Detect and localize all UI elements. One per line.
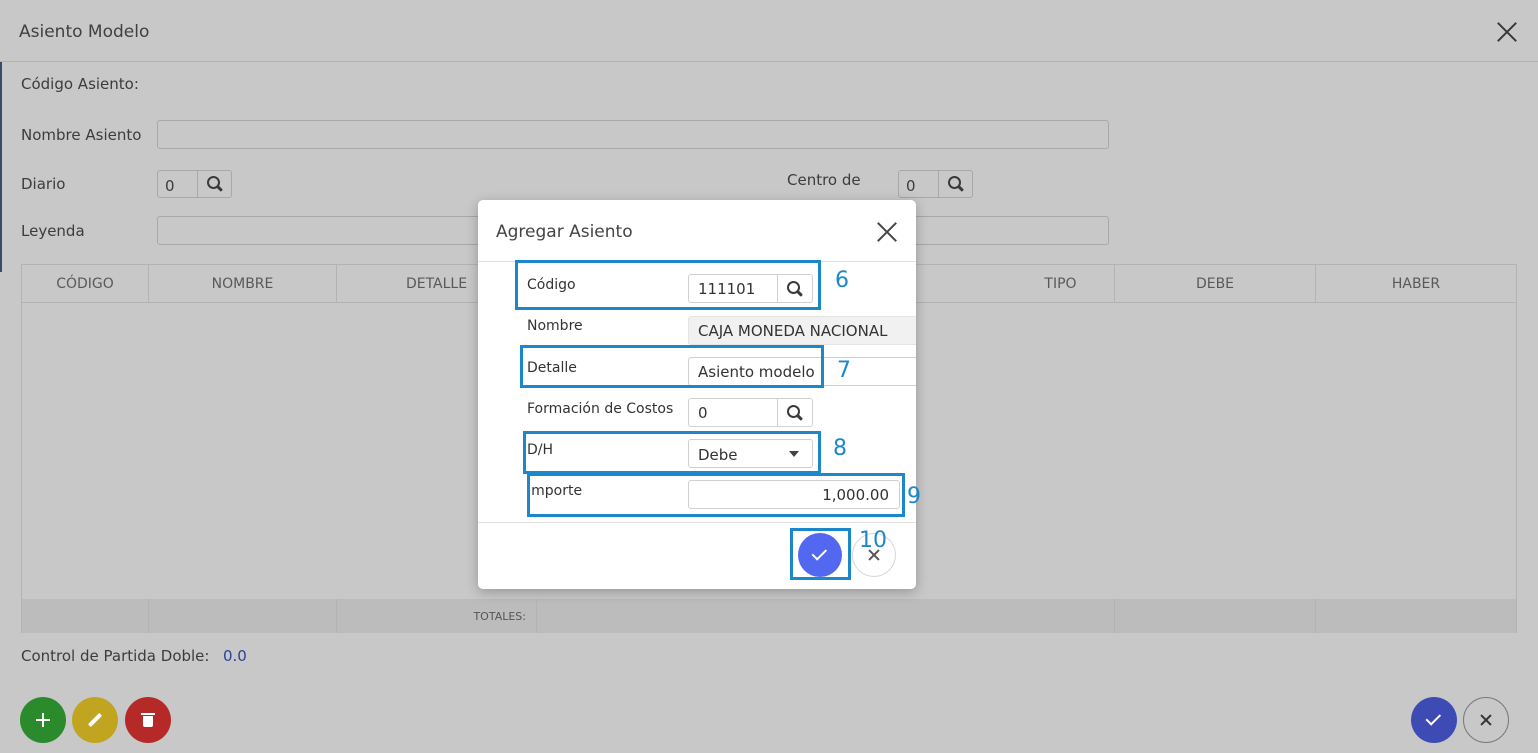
nombre-field: CAJA MONEDA NACIONAL (688, 316, 916, 345)
modal-header: Agregar Asiento (478, 200, 916, 262)
annotation-9: 9 (907, 484, 921, 509)
close-icon (1479, 713, 1493, 727)
highlight-confirm (790, 528, 851, 580)
footer-cell (1007, 599, 1115, 633)
highlight-dh (523, 431, 821, 474)
modal-footer-divider (478, 522, 916, 523)
centro-value: 0 (906, 177, 916, 195)
centro-label: Centro de (787, 171, 861, 189)
formacion-costos-label: Formación de Costos (527, 401, 674, 417)
diario-label: Diario (21, 175, 66, 193)
nombre-label: Nombre (527, 318, 583, 334)
edit-button[interactable] (72, 697, 118, 743)
search-icon (206, 176, 223, 192)
leyenda-label: Leyenda (21, 222, 85, 240)
centro-search-button[interactable] (938, 171, 972, 197)
highlight-codigo (515, 260, 821, 310)
codigo-asiento-label: Código Asiento: (21, 75, 139, 93)
annotation-6: 6 (835, 268, 849, 293)
search-icon (947, 176, 964, 192)
left-edge-accent (0, 62, 2, 272)
formacion-costos-lookup[interactable]: 0 (688, 398, 813, 427)
footer-cell (149, 599, 337, 633)
plus-icon (36, 713, 50, 727)
col-nombre[interactable]: NOMBRE (149, 265, 337, 303)
footer-cell (22, 599, 149, 633)
formacion-search-button[interactable] (777, 399, 812, 426)
diario-lookup[interactable]: 0 (157, 170, 232, 198)
page-title: Asiento Modelo (19, 22, 150, 42)
delete-button[interactable] (125, 697, 171, 743)
highlight-detalle (520, 345, 824, 388)
annotation-8: 8 (833, 436, 847, 461)
control-partida-label: Control de Partida Doble: (21, 647, 210, 665)
cancel-button[interactable] (1463, 697, 1509, 743)
control-partida-value: 0.0 (223, 647, 247, 665)
check-icon (1425, 710, 1442, 726)
pencil-icon (87, 712, 103, 728)
col-tipo[interactable]: TIPO (1007, 265, 1115, 303)
highlight-importe (527, 473, 905, 517)
annotation-7: 7 (837, 358, 851, 383)
modal-title: Agregar Asiento (496, 222, 633, 242)
close-icon[interactable] (1494, 19, 1520, 45)
nombre-asiento-input[interactable] (157, 120, 1109, 149)
diario-value: 0 (165, 177, 175, 195)
modal-close-icon[interactable] (874, 219, 900, 245)
search-icon (787, 404, 803, 421)
col-codigo[interactable]: CÓDIGO (22, 265, 149, 303)
save-button[interactable] (1411, 697, 1457, 743)
table-footer: TOTALES: (22, 599, 1516, 633)
formacion-costos-value: 0 (698, 404, 708, 422)
col-haber[interactable]: HABER (1316, 265, 1516, 303)
nombre-asiento-label: Nombre Asiento (21, 126, 142, 144)
add-button[interactable] (20, 697, 66, 743)
trash-icon (141, 713, 155, 727)
footer-cell (1115, 599, 1316, 633)
diario-search-button[interactable] (197, 171, 231, 197)
totales-label: TOTALES: (337, 599, 537, 633)
centro-lookup[interactable]: 0 (898, 170, 973, 198)
annotation-10: 10 (859, 528, 887, 553)
page-header: Asiento Modelo (0, 0, 1538, 62)
col-debe[interactable]: DEBE (1115, 265, 1316, 303)
